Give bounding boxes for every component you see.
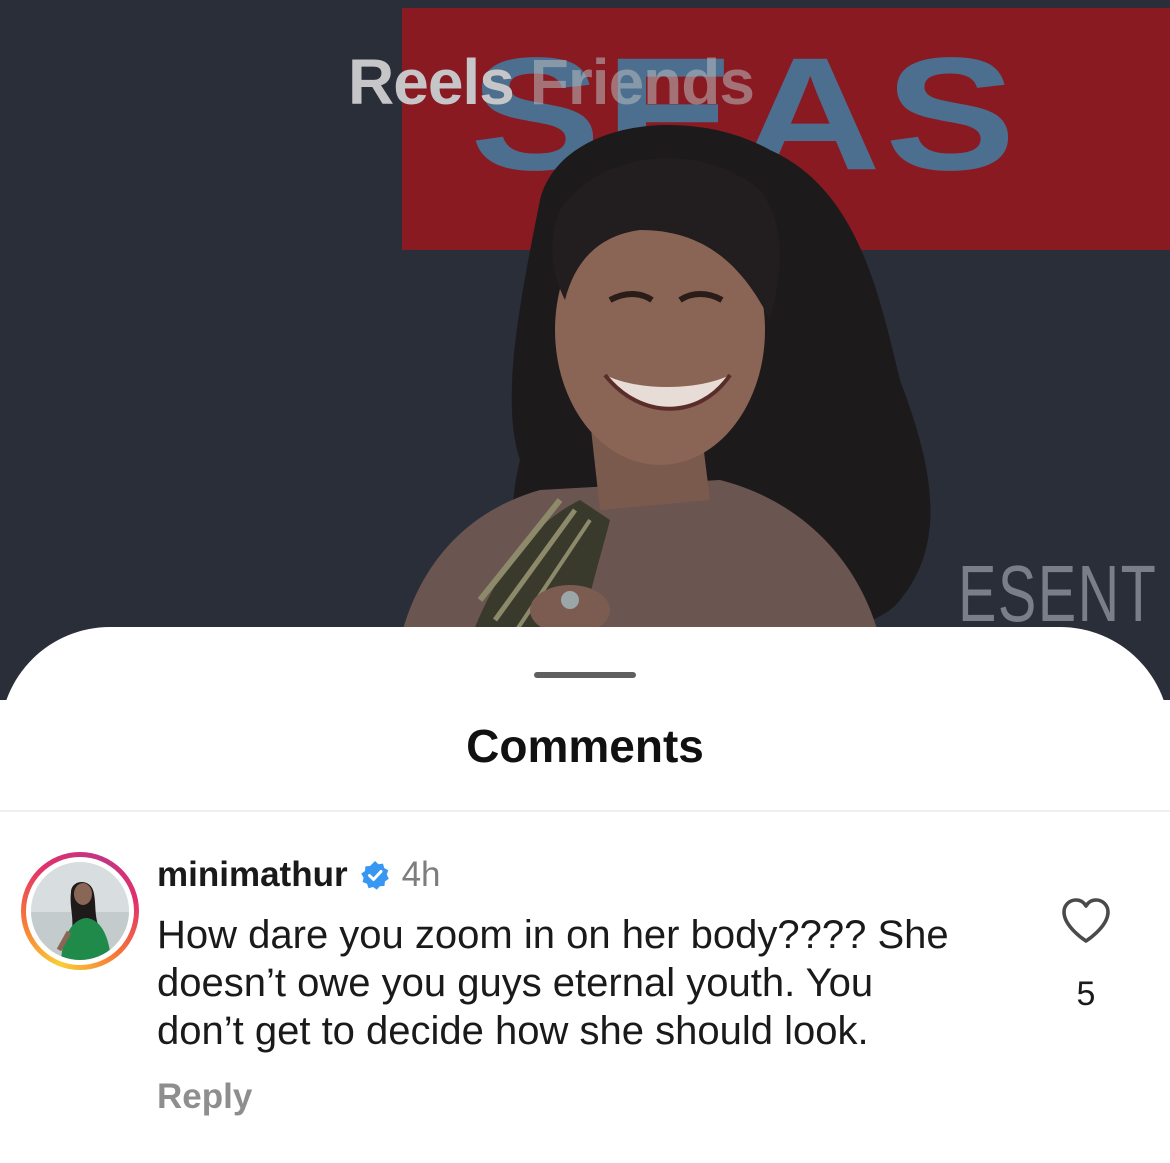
tab-friends[interactable]: Friends [530, 50, 755, 114]
reels-tab-bar: Reels Friends [348, 50, 755, 114]
comment-header: minimathur 4h [157, 855, 441, 895]
avatar-photo [31, 862, 129, 960]
reply-button[interactable]: Reply [157, 1077, 252, 1117]
sheet-drag-handle[interactable] [534, 672, 636, 678]
tab-reels[interactable]: Reels [348, 50, 515, 114]
comment-username[interactable]: minimathur [157, 855, 348, 895]
verified-badge-icon [360, 861, 389, 890]
like-count: 5 [1076, 975, 1096, 1013]
comment-body: How dare you zoom in on her body???? She… [157, 911, 1037, 1055]
heart-icon[interactable] [1060, 897, 1112, 945]
avatar[interactable] [21, 852, 139, 970]
comment-line: How dare you zoom in on her body???? She [157, 913, 949, 957]
comment-timestamp: 4h [401, 855, 441, 894]
divider [0, 810, 1170, 812]
comments-sheet: Comments minimathur 4h How dare you zoom… [0, 627, 1170, 1163]
comment-line: don’t get to decide how she should look. [157, 1009, 869, 1053]
sheet-title: Comments [466, 720, 704, 772]
reel-video[interactable]: SEAS ESENT Reels Friends [0, 0, 1170, 700]
comment-line: doesn’t owe you guys eternal youth. You [157, 961, 874, 1005]
